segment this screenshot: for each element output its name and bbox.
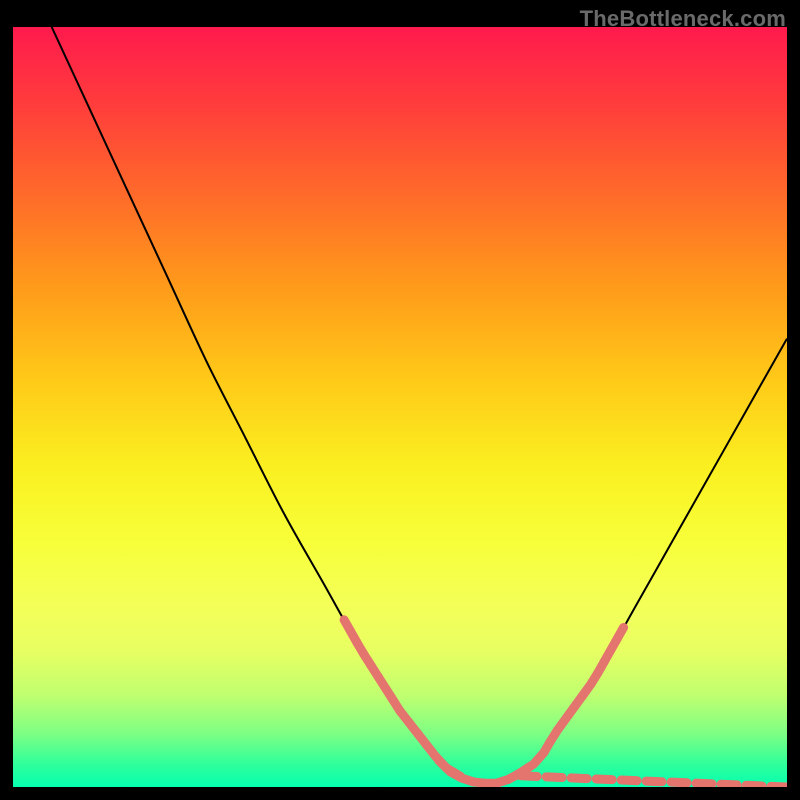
dash-segment <box>771 786 787 787</box>
dash-group <box>344 620 787 787</box>
bottleneck-curve <box>52 27 787 784</box>
dash-segment <box>596 779 612 780</box>
chart-area <box>13 27 787 787</box>
dash-segment <box>721 784 737 785</box>
dash-segment <box>546 777 562 778</box>
watermark-text: TheBottleneck.com <box>580 6 786 32</box>
dash-segment <box>671 782 687 783</box>
dash-segment <box>646 781 662 782</box>
dash-segment <box>621 780 637 781</box>
dash-segment <box>617 627 623 638</box>
dash-segment <box>571 778 587 779</box>
plot-svg <box>13 27 787 787</box>
dash-segment <box>696 783 712 784</box>
dash-segment <box>746 785 762 786</box>
